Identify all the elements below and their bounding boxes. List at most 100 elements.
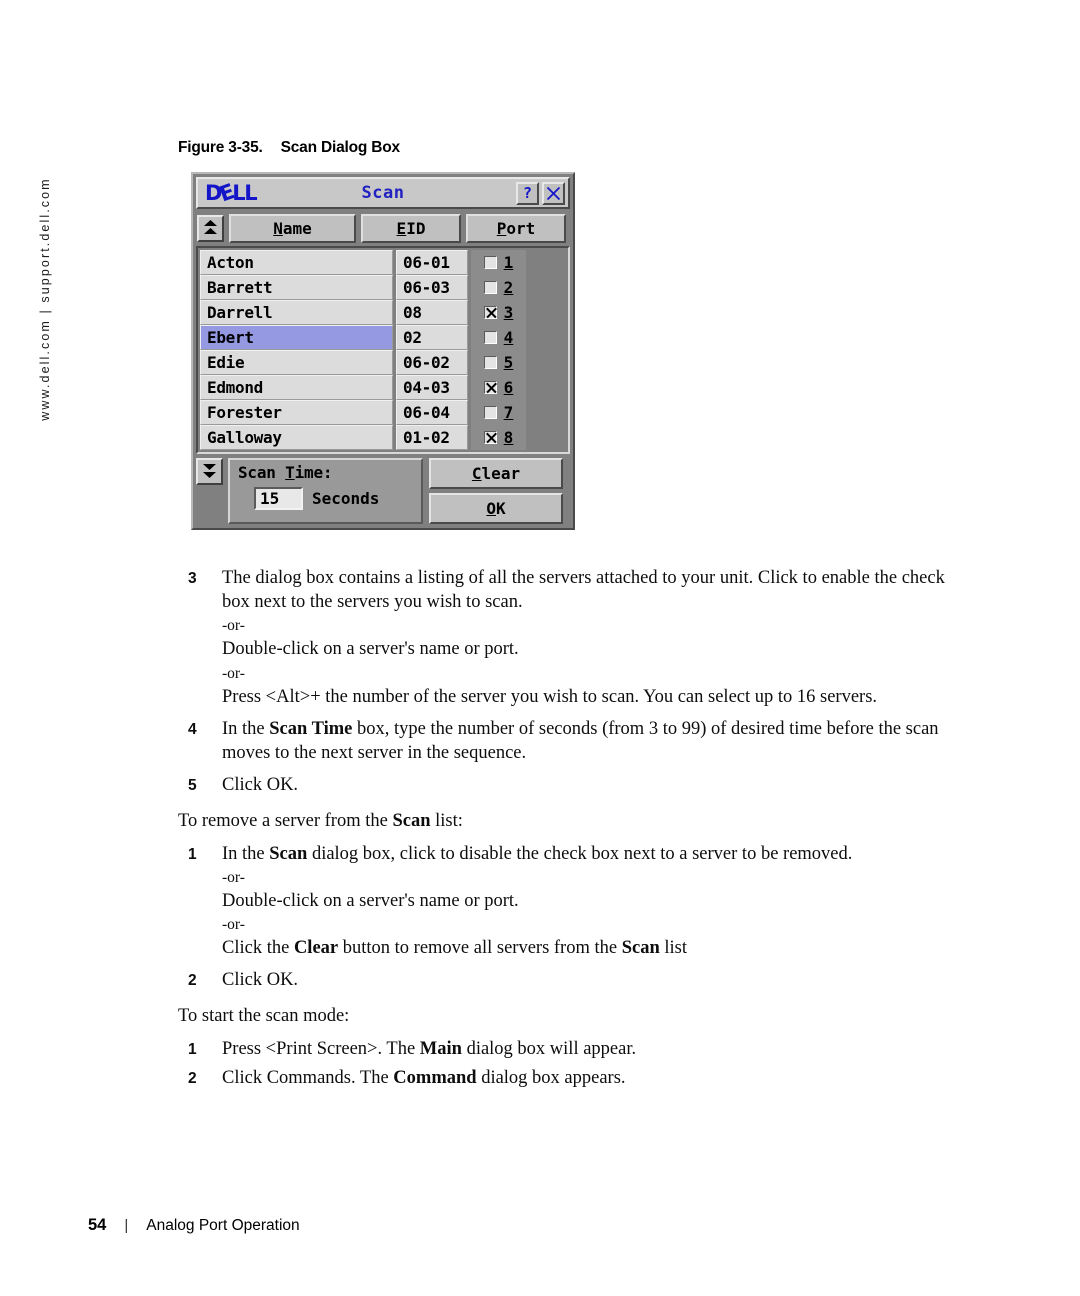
scan-checkbox[interactable] xyxy=(483,356,497,369)
scan-checkbox[interactable] xyxy=(483,406,497,419)
list-item-eid[interactable]: 01-02 xyxy=(396,425,468,450)
step-text: The dialog box contains a listing of all… xyxy=(222,568,945,613)
step-number: 1 xyxy=(188,1040,197,1058)
titlebar-buttons: ? xyxy=(516,181,565,205)
scan-shortcut-number: 1 xyxy=(503,253,514,272)
clear-mnemonic: C xyxy=(471,464,482,483)
or-separator: -or- xyxy=(222,868,245,886)
figure-title: Scan Dialog Box xyxy=(280,139,401,156)
list-item-eid[interactable]: 08 xyxy=(396,300,468,325)
scan-shortcut-number: 8 xyxy=(503,428,514,447)
scan-shortcut-number: 5 xyxy=(503,353,514,372)
close-icon[interactable] xyxy=(542,181,565,205)
list-item[interactable]: Acton xyxy=(200,250,393,275)
list-item[interactable]: Darrell xyxy=(200,300,393,325)
table-row: 7 xyxy=(471,400,526,425)
step-text: Click OK. xyxy=(222,970,299,991)
scan-shortcut-number: 7 xyxy=(503,403,514,422)
list-item[interactable]: Barrett xyxy=(200,275,393,300)
scan-checkbox[interactable] xyxy=(483,331,497,344)
ok-mnemonic: O xyxy=(486,499,496,518)
step-text: Double-click on a server's name or port. xyxy=(222,639,519,660)
table-row: 2 xyxy=(471,275,526,300)
step-text-a: Click the xyxy=(222,938,294,959)
scan-checkbox[interactable] xyxy=(483,281,497,294)
step-text-a: In the xyxy=(222,843,270,864)
list-item[interactable]: Edmond xyxy=(200,375,393,400)
step-text-c: dialog box, click to disable the check b… xyxy=(307,843,853,864)
scan-time-input[interactable]: 15 xyxy=(254,486,303,510)
figure-caption: Figure 3-35. Scan Dialog Box xyxy=(178,139,400,157)
ok-rest: K xyxy=(496,499,506,518)
list-item[interactable]: Ebert xyxy=(200,325,393,350)
table-row: 5 xyxy=(471,350,526,375)
column-header-eid[interactable]: E ID xyxy=(361,213,461,243)
scan-shortcut-number: 4 xyxy=(503,328,514,347)
step-3-or-1: -or- xyxy=(0,614,1080,637)
step-text-bold-2: Scan xyxy=(621,938,660,959)
step-3-alt-2: Press <Alt>+ the number of the server yo… xyxy=(0,685,1080,709)
list-item-eid[interactable]: 04-03 xyxy=(396,375,468,400)
clear-rest: lear xyxy=(481,464,521,483)
scroll-up-icon[interactable] xyxy=(197,214,224,242)
list-item[interactable]: Forester xyxy=(200,400,393,425)
step-text-bold: Scan xyxy=(269,843,308,864)
remove-alt-1: Double-click on a server's name or port. xyxy=(0,889,1080,913)
step-text-bold: Main xyxy=(419,1038,462,1059)
table-row: 6 xyxy=(471,375,526,400)
scan-checkbox[interactable] xyxy=(483,381,497,394)
step-number: 2 xyxy=(188,1069,197,1087)
start-step-2: 2 Click Commands. The Command dialog box… xyxy=(0,1066,1080,1090)
help-button[interactable]: ? xyxy=(516,181,539,205)
dell-logo: D E LL xyxy=(205,179,258,206)
step-text-bold: Command xyxy=(393,1067,477,1088)
list-item[interactable]: Edie xyxy=(200,350,393,375)
step-text-c: dialog box will appear. xyxy=(461,1038,637,1059)
server-name-column: Acton Barrett Darrell Ebert Edie Edmond … xyxy=(200,250,393,450)
scan-checkbox[interactable] xyxy=(483,431,497,444)
clear-button[interactable]: Clear xyxy=(429,458,563,489)
scan-checkbox[interactable] xyxy=(483,256,497,269)
remove-or-2: -or- xyxy=(0,913,1080,936)
lead-a: To remove a server from the xyxy=(178,811,393,832)
scan-shortcut-number: 3 xyxy=(503,303,514,322)
column-header-port[interactable]: Port xyxy=(466,213,566,243)
list-item-eid[interactable]: 06-03 xyxy=(396,275,468,300)
scan-checkbox[interactable] xyxy=(483,306,497,319)
list-item-eid[interactable]: 06-02 xyxy=(396,350,468,375)
column-header-eid-mnemonic: E xyxy=(396,218,407,238)
column-header-row: Name E ID Port xyxy=(196,213,570,243)
list-item-eid[interactable]: 06-01 xyxy=(396,250,468,275)
server-eid-column: 06-01 06-03 08 02 06-02 04-03 06-04 01-0… xyxy=(396,250,468,450)
step-5: 5 Click OK. xyxy=(0,773,1080,797)
remove-alt-2: Click the Clear button to remove all ser… xyxy=(0,936,1080,960)
step-text: Press <Alt>+ the number of the server yo… xyxy=(222,686,878,707)
list-item-eid[interactable]: 06-04 xyxy=(396,400,468,425)
step-text-c: dialog box appears. xyxy=(476,1067,626,1088)
list-item-eid[interactable]: 02 xyxy=(396,325,468,350)
or-separator: -or- xyxy=(222,664,245,682)
or-separator: -or- xyxy=(222,916,245,934)
instructions-body: 3 The dialog box contains a listing of a… xyxy=(0,566,1080,1090)
step-text: Double-click on a server's name or port. xyxy=(222,890,519,911)
step-number: 3 xyxy=(188,570,197,587)
scan-time-row: 15 Seconds xyxy=(254,486,421,510)
ok-button[interactable]: OK xyxy=(429,493,563,524)
scroll-down-icon[interactable] xyxy=(196,458,223,485)
remove-or-1: -or- xyxy=(0,866,1080,889)
column-header-name-rest: ame xyxy=(282,218,312,238)
scan-shortcut-number: 6 xyxy=(503,378,514,397)
lead-text: To start the scan mode: xyxy=(178,1006,350,1027)
step-text-bold-1: Clear xyxy=(293,938,339,959)
scan-shortcut-number: 2 xyxy=(503,278,514,297)
page-number: 54 xyxy=(88,1216,107,1234)
step-number: 2 xyxy=(188,972,197,990)
scan-dialog: D E LL Scan ? Name E ID Port Acton Barre… xyxy=(191,172,575,530)
footer-separator: | xyxy=(124,1217,129,1234)
side-url-text: www.dell.com | support.dell.com xyxy=(38,177,52,421)
lead-start-scan: To start the scan mode: xyxy=(0,1004,1080,1028)
column-header-name[interactable]: Name xyxy=(229,213,356,243)
server-list: Acton Barrett Darrell Ebert Edie Edmond … xyxy=(196,246,570,454)
list-item[interactable]: Galloway xyxy=(200,425,393,450)
figure-number: Figure 3-35. xyxy=(178,139,263,156)
